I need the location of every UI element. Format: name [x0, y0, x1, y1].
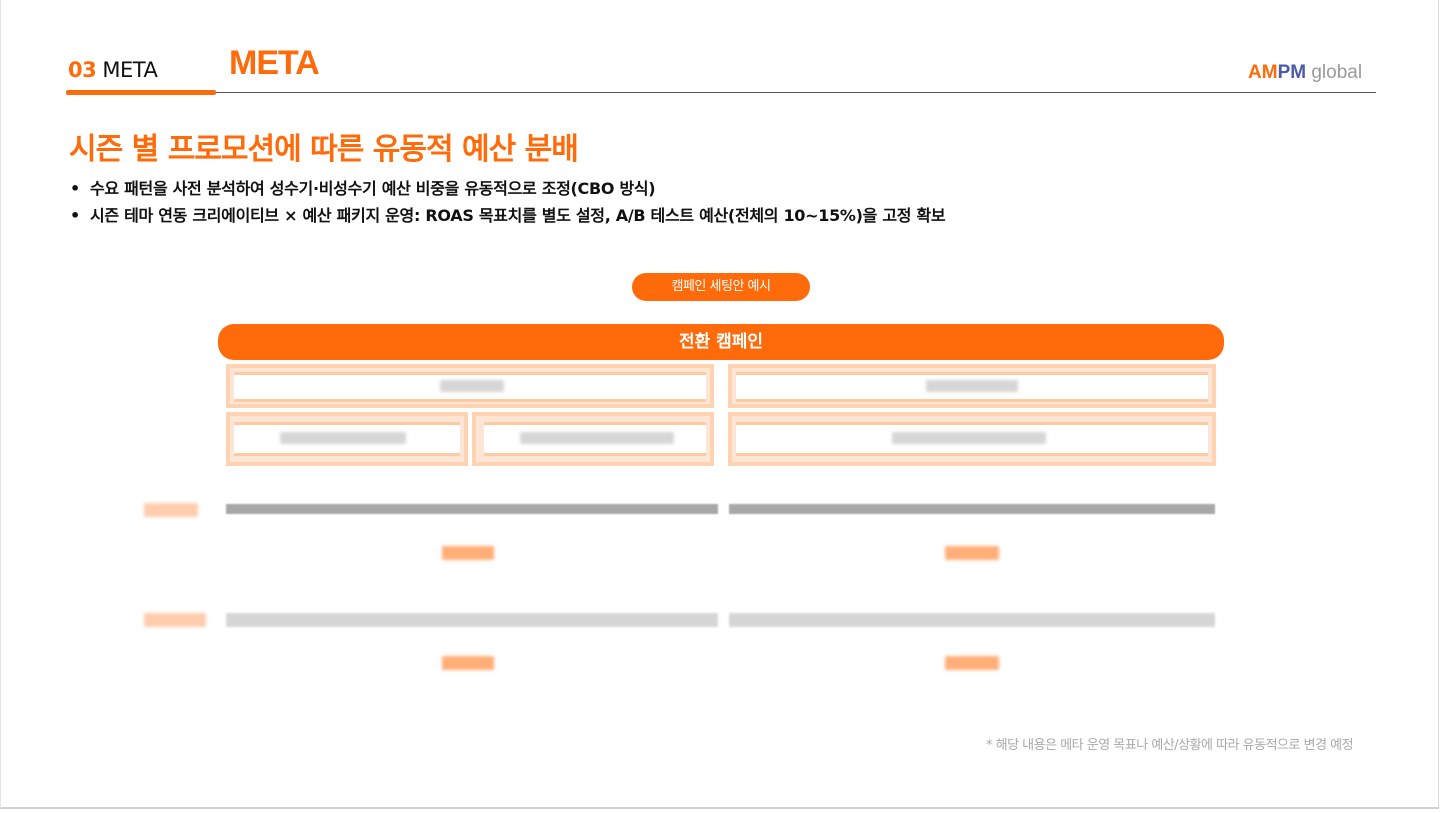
bullet-text: 시즌 테마 연동 크리에이티브 × 예산 패키지 운영: ROAS 목표치를 별…: [90, 206, 946, 225]
campaign-bar: 전환 캠페인: [218, 324, 1224, 360]
slide-frame: [0, 0, 1439, 809]
blurred-ad-label: [520, 432, 674, 444]
header-divider: [66, 92, 1376, 93]
example-pill: 캠페인 세팅안 예시: [632, 273, 810, 301]
blurred-budget-value: [442, 656, 494, 670]
blurred-budget-bar: [729, 613, 1215, 627]
bullet-dot: •: [70, 206, 80, 225]
blurred-adset-label: [440, 380, 504, 392]
bullet-text: 수요 패턴을 사전 분석하여 성수기·비성수기 예산 비중을 유동적으로 조정(…: [90, 179, 656, 198]
blurred-budget-value: [945, 546, 999, 560]
bullet-item: • 시즌 테마 연동 크리에이티브 × 예산 패키지 운영: ROAS 목표치를 …: [70, 202, 946, 229]
blurred-budget-bar: [226, 613, 718, 627]
blurred-budget-value: [442, 546, 494, 560]
section-label: 03 META: [68, 58, 158, 82]
blurred-ad-label: [892, 432, 1046, 444]
section-number: 03: [68, 58, 97, 82]
section-name: META: [102, 58, 158, 82]
main-heading: 시즌 별 프로모션에 따른 유동적 예산 분배: [69, 132, 579, 167]
company-logo: AMPM global: [1248, 62, 1362, 84]
blurred-row-label: [144, 503, 198, 517]
blurred-budget-value: [945, 656, 999, 670]
bullet-list: • 수요 패턴을 사전 분석하여 성수기·비성수기 예산 비중을 유동적으로 조정…: [70, 175, 946, 229]
blurred-row-label: [144, 613, 206, 627]
logo-pm: PM: [1277, 62, 1307, 83]
header-accent-underline: [66, 90, 216, 95]
bullet-item: • 수요 패턴을 사전 분석하여 성수기·비성수기 예산 비중을 유동적으로 조정…: [70, 175, 945, 202]
blurred-adset-label: [926, 380, 1018, 392]
logo-global: global: [1311, 62, 1363, 83]
header-title: META: [229, 44, 320, 82]
blurred-budget-bar: [729, 504, 1215, 514]
blurred-budget-bar: [226, 504, 718, 514]
footnote: * 해당 내용은 메타 운영 목표나 예산/상황에 따라 유동적으로 변경 예정: [986, 738, 1354, 753]
logo-am: AM: [1248, 62, 1278, 83]
blurred-ad-label: [280, 432, 406, 444]
bullet-dot: •: [70, 179, 80, 198]
